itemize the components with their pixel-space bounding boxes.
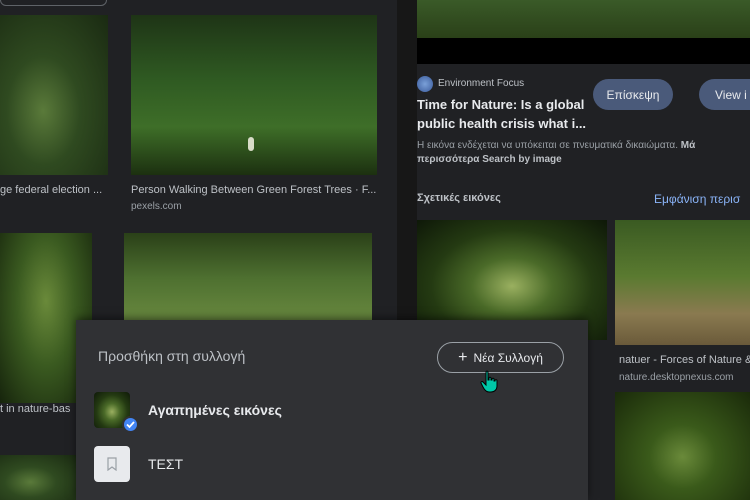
- plus-icon: +: [458, 348, 468, 366]
- walking-person: [248, 137, 254, 151]
- show-more-link[interactable]: Εμφάνιση περισ: [654, 192, 740, 206]
- tile-3-caption[interactable]: t in nature-bas: [0, 403, 76, 415]
- dialog-title: Προσθήκη στη συλλογή: [98, 348, 246, 364]
- new-collection-label: Νέα Συλλογή: [473, 350, 543, 365]
- visit-button[interactable]: Επίσκεψη: [593, 79, 673, 110]
- top-left-button-edge[interactable]: [0, 0, 107, 6]
- license-text-line2: περισσότερα Search by image: [417, 154, 562, 165]
- preview-letterbox: [417, 38, 750, 64]
- image-tile-4[interactable]: [124, 233, 372, 323]
- collection-item-label: Αγαπημένες εικόνες: [148, 402, 282, 418]
- license-notice: Η εικόνα ενδέχεται να υπόκειται σε πνευμ…: [417, 140, 678, 151]
- collection-item-test[interactable]: ΤΕΣΤ: [94, 446, 564, 484]
- new-collection-button[interactable]: + Νέα Συλλογή: [437, 342, 564, 373]
- related-image-2[interactable]: [615, 220, 750, 345]
- search-by-image-link[interactable]: Search by image: [482, 154, 561, 165]
- preview-image[interactable]: [417, 0, 750, 38]
- view-image-button[interactable]: View i: [699, 79, 750, 110]
- source-name[interactable]: Environment Focus: [438, 78, 524, 89]
- checkmark-icon: [122, 416, 139, 433]
- source-favicon: [417, 76, 433, 92]
- license-text: Η εικόνα ενδέχεται να υπόκειται σε πνευμ…: [417, 140, 750, 151]
- tile-2-caption[interactable]: Person Walking Between Green Forest Tree…: [131, 184, 377, 196]
- hand-cursor-icon: [480, 370, 500, 399]
- result-title-line2[interactable]: public health crisis what i...: [417, 116, 586, 131]
- related-2-caption[interactable]: natuer - Forces of Nature &: [619, 354, 750, 366]
- add-to-collection-dialog: Προσθήκη στη συλλογή + Νέα Συλλογή Αγαπη…: [76, 320, 588, 500]
- bookmark-icon: [107, 457, 117, 471]
- result-title-line1[interactable]: Time for Nature: Is a global: [417, 97, 584, 112]
- related-2-source: nature.desktopnexus.com: [619, 372, 734, 383]
- learn-more-link-start[interactable]: Μά: [681, 140, 695, 151]
- image-tile-2[interactable]: [131, 15, 377, 175]
- related-heading: Σχετικές εικόνες: [417, 192, 501, 204]
- collection-placeholder-thumb: [94, 446, 130, 482]
- learn-more-link-end[interactable]: περισσότερα: [417, 154, 479, 165]
- related-image-3[interactable]: [615, 392, 750, 500]
- tile-1-caption[interactable]: ge federal election ...: [0, 184, 108, 196]
- image-tile-1[interactable]: [0, 15, 108, 175]
- collection-item-label: ΤΕΣΤ: [148, 456, 184, 472]
- image-tile-5[interactable]: [0, 455, 76, 500]
- tile-2-source: pexels.com: [131, 201, 182, 212]
